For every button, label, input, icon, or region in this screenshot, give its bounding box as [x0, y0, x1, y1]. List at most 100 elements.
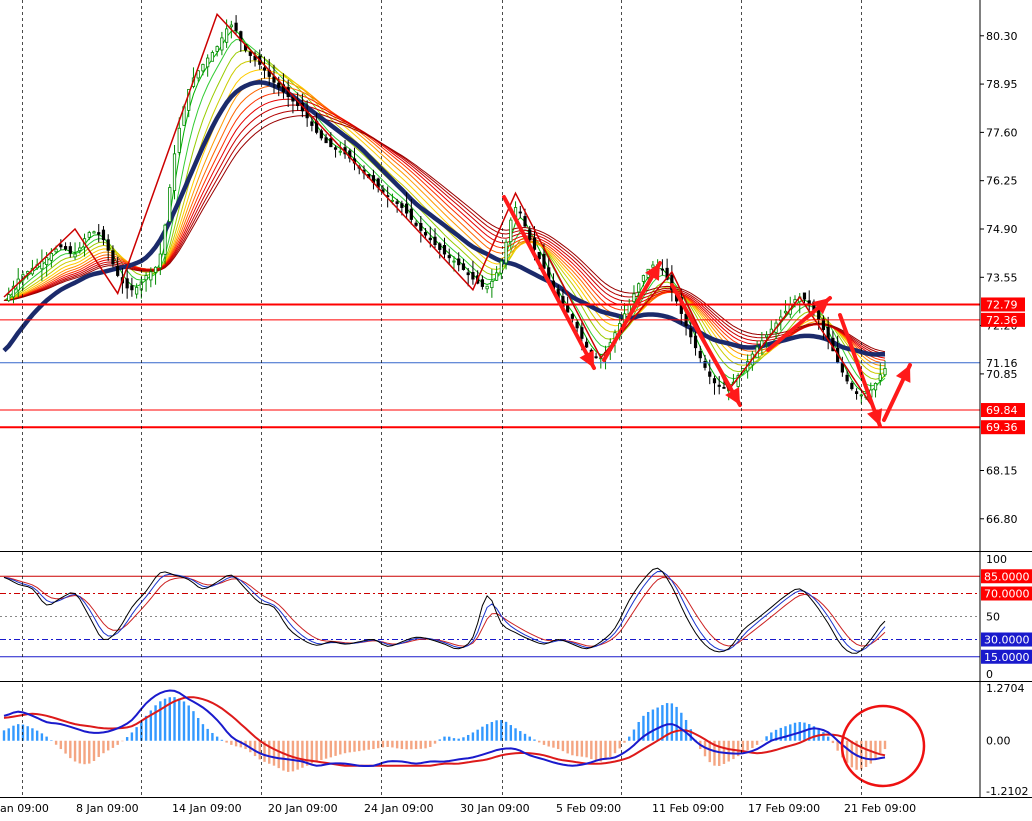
candle-body [850, 382, 854, 390]
osc-histogram-bar [121, 740, 124, 742]
osc-histogram-bar [111, 740, 115, 748]
osc-histogram-bar [826, 736, 830, 741]
osc-histogram-bar [504, 721, 508, 741]
osc-histogram-bar [230, 740, 233, 745]
osc-histogram-bar [831, 740, 835, 744]
candle-body [845, 374, 849, 382]
candle-body [632, 293, 636, 303]
osc-histogram-bar [864, 740, 868, 767]
osc-histogram-bar [632, 729, 636, 741]
osc-histogram-bar [206, 728, 209, 741]
osc-histogram-bar [301, 740, 304, 768]
osc-histogram-bar [410, 740, 413, 750]
candle-body [135, 287, 139, 295]
osc-histogram-bar [760, 740, 764, 742]
osc-histogram-bar [604, 740, 607, 760]
osc-histogram-bar [609, 740, 612, 758]
osc-histogram-bar [637, 721, 640, 741]
candle-body [693, 335, 698, 349]
candle-body [523, 216, 527, 227]
osc-histogram-bar [192, 711, 195, 741]
candle-body [168, 187, 172, 222]
time-axis-label: 14 Jan 09:00 [172, 802, 242, 815]
candle-body [158, 253, 162, 269]
price-axis-label: 68.15 [986, 464, 1018, 477]
price-axis-label: 73.55 [986, 271, 1018, 284]
osc-histogram-bar [883, 740, 887, 750]
time-axis-label: 5 Feb 09:00 [556, 802, 621, 815]
candle-body [490, 280, 494, 289]
osc-histogram-bar [362, 740, 366, 751]
osc-histogram-bar [727, 740, 730, 762]
price-level-label: 72.79 [986, 298, 1018, 311]
candle-body [433, 236, 437, 246]
osc-histogram-bar [680, 712, 683, 741]
osc-histogram-bar [40, 733, 44, 741]
osc-histogram-bar [92, 740, 96, 761]
candle-body [215, 46, 219, 52]
osc-axis-label: 1.2704 [986, 682, 1025, 695]
price-axis-label: 66.80 [986, 513, 1018, 526]
time-axis-label: 8 Jan 09:00 [76, 802, 139, 815]
osc-histogram-bar [12, 725, 15, 741]
candle-body [87, 232, 91, 238]
osc-histogram-bar [661, 705, 664, 741]
osc-histogram-bar [580, 740, 584, 757]
candle-body [201, 64, 205, 72]
osc-histogram-bar [476, 729, 479, 741]
candle-body [637, 283, 641, 293]
osc-histogram-bar [211, 732, 214, 741]
osc-histogram-bar [533, 739, 536, 741]
osc-histogram-bar [178, 698, 181, 741]
time-axis-label: 11 Feb 09:00 [652, 802, 724, 815]
osc-histogram-bar [50, 740, 53, 741]
time-axis-label: 21 Feb 09:00 [844, 802, 916, 815]
candle-body [570, 314, 574, 319]
candle-body [447, 255, 451, 259]
candle-body [310, 121, 314, 126]
osc-histogram-bar [438, 739, 441, 741]
osc-histogram-bar [429, 740, 432, 747]
candle-body [277, 82, 281, 88]
candle-body [509, 219, 513, 243]
price-level-label: 69.36 [986, 421, 1018, 434]
candle-body [423, 232, 428, 236]
osc-axis-label: 0.00 [986, 735, 1011, 748]
osc-histogram-bar [485, 724, 489, 741]
candle-body [262, 67, 267, 71]
osc-histogram-bar [130, 732, 134, 741]
osc-histogram-bar [282, 740, 285, 771]
osc-histogram-bar [372, 740, 375, 750]
osc-histogram-bar [462, 737, 465, 741]
candle-body [594, 356, 598, 359]
osc-histogram-bar [73, 740, 77, 762]
time-axis-label: 17 Feb 09:00 [748, 802, 820, 815]
osc-histogram-bar [514, 728, 517, 741]
candle-body [101, 229, 106, 241]
osc-histogram-bar [618, 740, 621, 749]
osc-histogram-bar [353, 740, 356, 752]
osc-histogram-bar [519, 731, 522, 741]
osc-histogram-bar [746, 740, 749, 751]
stoch-axis-label: 0 [986, 668, 993, 681]
candle-body [641, 275, 646, 282]
osc-histogram-bar [566, 740, 569, 754]
osc-histogram-bar [481, 726, 484, 741]
candle-body [537, 251, 541, 260]
osc-histogram-bar [88, 740, 91, 764]
candle-body [542, 253, 546, 269]
candle-body [442, 244, 447, 255]
osc-histogram-bar [268, 740, 271, 764]
osc-histogram-bar [651, 709, 655, 741]
osc-histogram-bar [879, 740, 882, 754]
osc-histogram-bar [391, 740, 394, 748]
osc-histogram-bar [538, 740, 541, 743]
osc-histogram-bar [135, 727, 138, 741]
candle-body [471, 272, 475, 280]
stoch-level-label: 85.0000 [984, 570, 1030, 583]
osc-histogram-bar [443, 736, 446, 741]
osc-histogram-bar [646, 711, 650, 741]
osc-histogram-bar [348, 740, 351, 753]
osc-histogram-bar [656, 707, 659, 741]
trading-chart[interactable]: an 09:00 8 Jan 09:00 14 Jan 09:00 20 Jan 09… [0, 0, 1032, 821]
